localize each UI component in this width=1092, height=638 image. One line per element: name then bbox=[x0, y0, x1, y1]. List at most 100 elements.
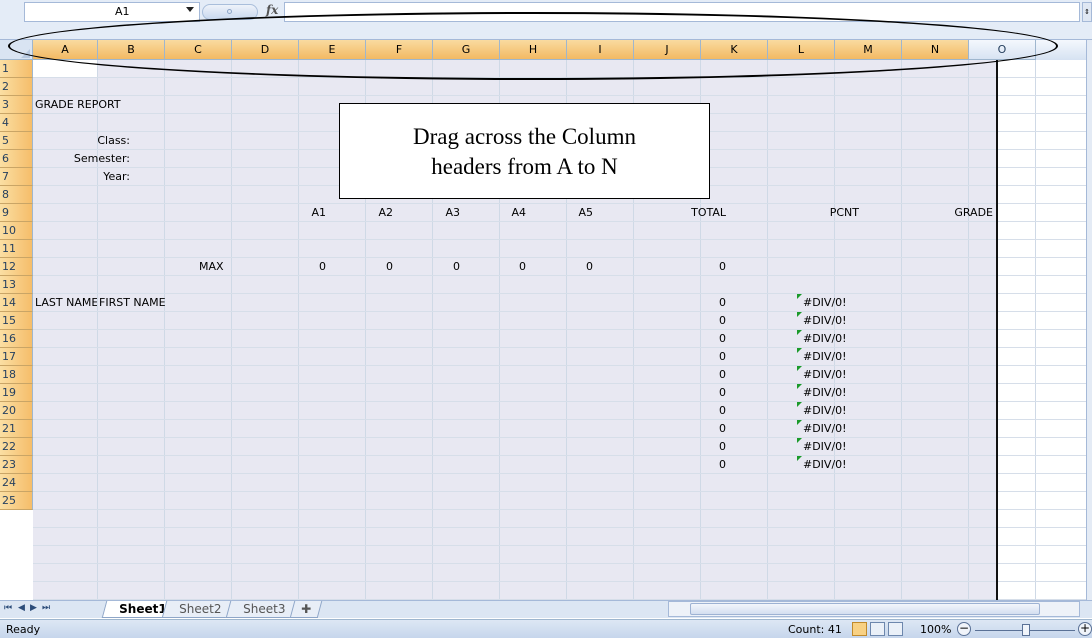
column-header-i[interactable]: I bbox=[567, 40, 634, 60]
active-cell[interactable] bbox=[33, 60, 98, 78]
formula-input[interactable] bbox=[284, 2, 1080, 22]
student-total-cell[interactable]: 0 bbox=[663, 294, 726, 312]
row-header-16[interactable]: 16 bbox=[0, 330, 33, 348]
column-header-e[interactable]: E bbox=[299, 40, 366, 60]
student-total-cell[interactable]: 0 bbox=[663, 330, 726, 348]
max-label[interactable]: MAX bbox=[199, 258, 224, 276]
expand-formula-bar-button[interactable]: ⇕ bbox=[1082, 2, 1092, 22]
column-header-d[interactable]: D bbox=[232, 40, 299, 60]
header-pcnt[interactable]: PCNT bbox=[796, 204, 859, 222]
next-sheet-icon[interactable]: ▶ bbox=[30, 603, 37, 613]
student-pcnt-cell[interactable]: #DIV/0! bbox=[803, 294, 847, 312]
header-a4[interactable]: A4 bbox=[463, 204, 526, 222]
row-header-2[interactable]: 2 bbox=[0, 78, 33, 96]
student-total-cell[interactable]: 0 bbox=[663, 402, 726, 420]
first-sheet-icon[interactable]: ⏮ bbox=[4, 603, 12, 613]
row-header-8[interactable]: 8 bbox=[0, 186, 33, 204]
student-pcnt-cell[interactable]: #DIV/0! bbox=[803, 384, 847, 402]
row-header-4[interactable]: 4 bbox=[0, 114, 33, 132]
student-pcnt-cell[interactable]: #DIV/0! bbox=[803, 330, 847, 348]
max-a5[interactable]: 0 bbox=[530, 258, 593, 276]
student-total-cell[interactable]: 0 bbox=[663, 366, 726, 384]
student-total-cell[interactable]: 0 bbox=[663, 456, 726, 474]
column-header-k[interactable]: K bbox=[701, 40, 768, 60]
class-label[interactable]: Class: bbox=[33, 132, 130, 150]
error-indicator-icon[interactable] bbox=[797, 312, 802, 317]
row-header-7[interactable]: 7 bbox=[0, 168, 33, 186]
prev-sheet-icon[interactable]: ◀ bbox=[18, 603, 25, 613]
row-header-10[interactable]: 10 bbox=[0, 222, 33, 240]
zoom-slider-thumb[interactable] bbox=[1022, 624, 1030, 636]
row-header-20[interactable]: 20 bbox=[0, 402, 33, 420]
column-header-b[interactable]: B bbox=[98, 40, 165, 60]
column-header-j[interactable]: J bbox=[634, 40, 701, 60]
error-indicator-icon[interactable] bbox=[797, 420, 802, 425]
last-name-header[interactable]: LAST NAME bbox=[33, 294, 97, 312]
column-header-c[interactable]: C bbox=[165, 40, 232, 60]
column-header-f[interactable]: F bbox=[366, 40, 433, 60]
row-header-13[interactable]: 13 bbox=[0, 276, 33, 294]
error-indicator-icon[interactable] bbox=[797, 402, 802, 407]
max-a1[interactable]: 0 bbox=[263, 258, 326, 276]
page-layout-view-button[interactable] bbox=[870, 622, 885, 636]
row-header-11[interactable]: 11 bbox=[0, 240, 33, 258]
error-indicator-icon[interactable] bbox=[797, 456, 802, 461]
row-header-15[interactable]: 15 bbox=[0, 312, 33, 330]
zoom-in-button[interactable]: + bbox=[1078, 622, 1092, 636]
student-pcnt-cell[interactable]: #DIV/0! bbox=[803, 456, 847, 474]
row-header-12[interactable]: 12 bbox=[0, 258, 33, 276]
header-total[interactable]: TOTAL bbox=[663, 204, 726, 222]
row-header-24[interactable]: 24 bbox=[0, 474, 33, 492]
max-a3[interactable]: 0 bbox=[397, 258, 460, 276]
row-header-23[interactable]: 23 bbox=[0, 456, 33, 474]
header-a5[interactable]: A5 bbox=[530, 204, 593, 222]
horizontal-scroll-thumb[interactable] bbox=[690, 603, 1040, 615]
column-header-m[interactable]: M bbox=[835, 40, 902, 60]
row-header-9[interactable]: 9 bbox=[0, 204, 33, 222]
student-total-cell[interactable]: 0 bbox=[663, 312, 726, 330]
row-header-5[interactable]: 5 bbox=[0, 132, 33, 150]
student-total-cell[interactable]: 0 bbox=[663, 348, 726, 366]
vertical-scrollbar[interactable] bbox=[1086, 40, 1092, 600]
zoom-out-button[interactable]: − bbox=[957, 622, 971, 636]
header-a1[interactable]: A1 bbox=[263, 204, 326, 222]
student-total-cell[interactable]: 0 bbox=[663, 438, 726, 456]
last-sheet-icon[interactable]: ⏭ bbox=[42, 603, 50, 613]
column-header-g[interactable]: G bbox=[433, 40, 500, 60]
row-header-3[interactable]: 3 bbox=[0, 96, 33, 114]
row-header-14[interactable]: 14 bbox=[0, 294, 33, 312]
column-header-o[interactable]: O bbox=[969, 40, 1036, 60]
student-pcnt-cell[interactable]: #DIV/0! bbox=[803, 366, 847, 384]
student-total-cell[interactable]: 0 bbox=[663, 420, 726, 438]
student-pcnt-cell[interactable]: #DIV/0! bbox=[803, 420, 847, 438]
max-a2[interactable]: 0 bbox=[330, 258, 393, 276]
first-name-header[interactable]: FIRST NAME bbox=[99, 294, 166, 312]
header-a3[interactable]: A3 bbox=[397, 204, 460, 222]
error-indicator-icon[interactable] bbox=[797, 330, 802, 335]
row-header-1[interactable]: 1 bbox=[0, 60, 33, 78]
student-pcnt-cell[interactable]: #DIV/0! bbox=[803, 312, 847, 330]
title-cell[interactable]: GRADE REPORT bbox=[35, 96, 121, 114]
normal-view-button[interactable] bbox=[852, 622, 867, 636]
column-header-l[interactable]: L bbox=[768, 40, 835, 60]
student-pcnt-cell[interactable]: #DIV/0! bbox=[803, 402, 847, 420]
student-total-cell[interactable]: 0 bbox=[663, 384, 726, 402]
max-total[interactable]: 0 bbox=[663, 258, 726, 276]
column-header-h[interactable]: H bbox=[500, 40, 567, 60]
header-a2[interactable]: A2 bbox=[330, 204, 393, 222]
error-indicator-icon[interactable] bbox=[797, 348, 802, 353]
page-break-view-button[interactable] bbox=[888, 622, 903, 636]
error-indicator-icon[interactable] bbox=[797, 438, 802, 443]
header-grade[interactable]: GRADE bbox=[930, 204, 993, 222]
row-header-19[interactable]: 19 bbox=[0, 384, 33, 402]
error-indicator-icon[interactable] bbox=[797, 366, 802, 371]
insert-sheet-button[interactable]: ✚ bbox=[289, 601, 323, 618]
insert-function-icon[interactable]: fx bbox=[266, 3, 278, 17]
column-header-a[interactable]: A bbox=[33, 40, 98, 60]
year-label[interactable]: Year: bbox=[33, 168, 130, 186]
chevron-down-icon[interactable] bbox=[186, 7, 194, 12]
row-header-21[interactable]: 21 bbox=[0, 420, 33, 438]
semester-label[interactable]: Semester: bbox=[23, 150, 130, 168]
student-pcnt-cell[interactable]: #DIV/0! bbox=[803, 438, 847, 456]
row-header-25[interactable]: 25 bbox=[0, 492, 33, 510]
